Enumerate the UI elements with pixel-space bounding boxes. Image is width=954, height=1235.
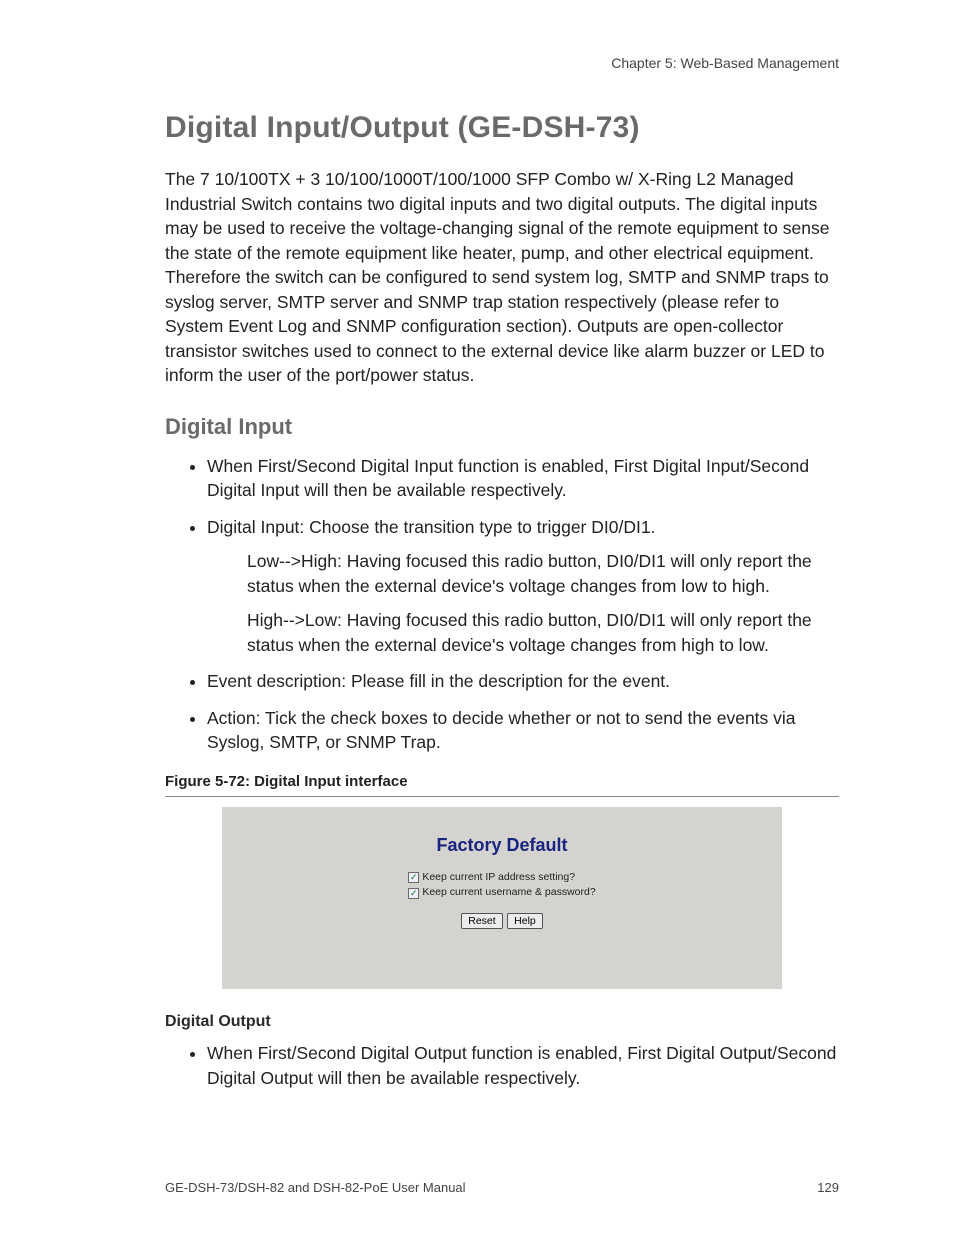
- help-button[interactable]: Help: [507, 913, 543, 929]
- list-item: When First/Second Digital Input function…: [207, 454, 839, 503]
- footer-page-number: 129: [817, 1180, 839, 1195]
- figure-factory-default: Factory Default ✓ Keep current IP addres…: [222, 807, 782, 990]
- list-item: Digital Input: Choose the transition typ…: [207, 515, 839, 658]
- checkbox-keep-credentials[interactable]: ✓: [408, 888, 419, 899]
- footer-manual-title: GE-DSH-73/DSH-82 and DSH-82-PoE User Man…: [165, 1180, 466, 1195]
- checkbox-label: Keep current IP address setting?: [422, 870, 575, 886]
- reset-button[interactable]: Reset: [461, 913, 502, 929]
- sub-paragraph: High-->Low: Having focused this radio bu…: [247, 608, 839, 657]
- checkbox-keep-ip[interactable]: ✓: [408, 872, 419, 883]
- factory-default-title: Factory Default: [242, 835, 762, 856]
- sub-paragraph: Low-->High: Having focused this radio bu…: [247, 549, 839, 598]
- list-item: When First/Second Digital Output functio…: [207, 1041, 839, 1090]
- digital-output-heading: Digital Output: [165, 1013, 839, 1031]
- checkbox-label: Keep current username & password?: [422, 885, 595, 901]
- digital-input-heading: Digital Input: [165, 414, 839, 440]
- list-item: Action: Tick the check boxes to decide w…: [207, 706, 839, 755]
- digital-output-list: When First/Second Digital Output functio…: [165, 1041, 839, 1090]
- digital-input-list: When First/Second Digital Input function…: [165, 454, 839, 755]
- list-item: Event description: Please fill in the de…: [207, 669, 839, 694]
- figure-caption: Figure 5-72: Digital Input interface: [165, 773, 839, 790]
- chapter-line: Chapter 5: Web-Based Management: [165, 55, 839, 71]
- figure-rule: [165, 796, 839, 797]
- section-title: Digital Input/Output (GE-DSH-73): [165, 111, 839, 145]
- list-item-text: Digital Input: Choose the transition typ…: [207, 517, 655, 537]
- intro-paragraph: The 7 10/100TX + 3 10/100/1000T/100/1000…: [165, 167, 839, 388]
- page-footer: GE-DSH-73/DSH-82 and DSH-82-PoE User Man…: [165, 1180, 839, 1195]
